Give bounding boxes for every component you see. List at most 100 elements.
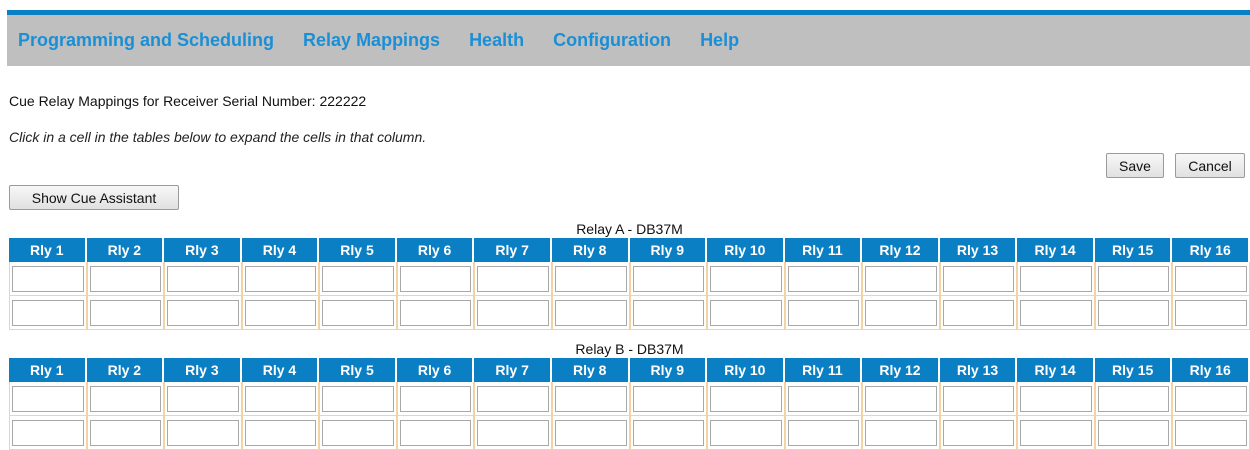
relay-b-mapping-cell[interactable]	[1094, 382, 1173, 416]
relay-b-mapping-input[interactable]	[477, 419, 549, 446]
relay-b-mapping-cell[interactable]	[939, 382, 1018, 416]
relay-b-mapping-input[interactable]	[322, 385, 394, 412]
relay-b-mapping-cell[interactable]	[319, 382, 397, 416]
nav-programming-and-scheduling[interactable]: Programming and Scheduling	[18, 30, 274, 51]
relay-b-mapping-input[interactable]	[942, 385, 1015, 412]
relay-a-mapping-input[interactable]	[787, 265, 860, 292]
relay-b-mapping-input[interactable]	[710, 419, 782, 446]
nav-configuration[interactable]: Configuration	[553, 30, 671, 51]
relay-b-mapping-input[interactable]	[12, 419, 84, 446]
relay-b-mapping-cell[interactable]	[9, 416, 87, 450]
relay-b-mapping-cell[interactable]	[9, 382, 87, 416]
nav-relay-mappings[interactable]: Relay Mappings	[303, 30, 440, 51]
relay-a-mapping-cell[interactable]	[551, 296, 630, 330]
relay-b-mapping-cell[interactable]	[707, 416, 785, 450]
relay-a-mapping-cell[interactable]	[319, 296, 397, 330]
relay-a-mapping-input[interactable]	[710, 265, 782, 292]
relay-a-mapping-cell[interactable]	[474, 262, 552, 296]
relay-b-mapping-input[interactable]	[1097, 419, 1170, 446]
relay-a-mapping-input[interactable]	[89, 265, 162, 292]
relay-a-mapping-input[interactable]	[12, 265, 84, 292]
relay-b-mapping-input[interactable]	[1097, 385, 1170, 412]
relay-a-mapping-input[interactable]	[1097, 299, 1170, 326]
relay-a-mapping-cell[interactable]	[9, 262, 87, 296]
relay-a-mapping-cell[interactable]	[1172, 262, 1250, 296]
relay-b-mapping-cell[interactable]	[86, 416, 165, 450]
nav-help[interactable]: Help	[700, 30, 739, 51]
relay-a-mapping-input[interactable]	[865, 299, 937, 326]
relay-a-mapping-input[interactable]	[632, 299, 705, 326]
relay-b-mapping-input[interactable]	[244, 419, 317, 446]
relay-a-mapping-cell[interactable]	[396, 262, 475, 296]
relay-a-mapping-cell[interactable]	[784, 262, 863, 296]
relay-a-mapping-cell[interactable]	[241, 262, 320, 296]
relay-b-mapping-input[interactable]	[89, 419, 162, 446]
relay-a-mapping-cell[interactable]	[939, 296, 1018, 330]
relay-b-mapping-cell[interactable]	[1017, 382, 1095, 416]
relay-b-mapping-cell[interactable]	[629, 416, 708, 450]
relay-b-mapping-input[interactable]	[787, 385, 860, 412]
relay-a-mapping-input[interactable]	[477, 265, 549, 292]
relay-a-mapping-cell[interactable]	[629, 296, 708, 330]
relay-b-mapping-input[interactable]	[865, 419, 937, 446]
relay-a-mapping-cell[interactable]	[707, 296, 785, 330]
relay-b-mapping-cell[interactable]	[784, 416, 863, 450]
relay-b-mapping-input[interactable]	[787, 419, 860, 446]
relay-b-mapping-input[interactable]	[865, 385, 937, 412]
relay-a-mapping-cell[interactable]	[164, 296, 242, 330]
relay-a-mapping-input[interactable]	[942, 265, 1015, 292]
relay-a-mapping-cell[interactable]	[86, 296, 165, 330]
relay-a-mapping-cell[interactable]	[9, 296, 87, 330]
relay-b-mapping-input[interactable]	[1175, 385, 1247, 412]
relay-a-mapping-cell[interactable]	[1172, 296, 1250, 330]
relay-b-mapping-cell[interactable]	[241, 382, 320, 416]
relay-a-mapping-cell[interactable]	[1017, 296, 1095, 330]
relay-a-mapping-input[interactable]	[1175, 265, 1247, 292]
relay-b-mapping-cell[interactable]	[862, 382, 940, 416]
relay-a-mapping-cell[interactable]	[629, 262, 708, 296]
relay-a-mapping-input[interactable]	[865, 265, 937, 292]
relay-a-mapping-input[interactable]	[554, 299, 627, 326]
nav-health[interactable]: Health	[469, 30, 524, 51]
relay-b-mapping-input[interactable]	[12, 385, 84, 412]
relay-a-mapping-input[interactable]	[632, 265, 705, 292]
relay-a-mapping-input[interactable]	[1175, 299, 1247, 326]
relay-a-mapping-cell[interactable]	[164, 262, 242, 296]
relay-a-mapping-cell[interactable]	[86, 262, 165, 296]
relay-b-mapping-cell[interactable]	[551, 416, 630, 450]
cancel-button[interactable]: Cancel	[1175, 153, 1245, 178]
relay-a-mapping-cell[interactable]	[396, 296, 475, 330]
relay-b-mapping-input[interactable]	[710, 385, 782, 412]
show-cue-assistant-button[interactable]: Show Cue Assistant	[9, 185, 179, 210]
relay-b-mapping-cell[interactable]	[862, 416, 940, 450]
relay-a-mapping-cell[interactable]	[1017, 262, 1095, 296]
relay-b-mapping-input[interactable]	[1020, 419, 1092, 446]
relay-b-mapping-input[interactable]	[1020, 385, 1092, 412]
relay-b-mapping-input[interactable]	[89, 385, 162, 412]
relay-b-mapping-cell[interactable]	[396, 416, 475, 450]
relay-b-mapping-input[interactable]	[554, 419, 627, 446]
relay-b-mapping-input[interactable]	[554, 385, 627, 412]
relay-b-mapping-input[interactable]	[399, 385, 472, 412]
relay-b-mapping-cell[interactable]	[86, 382, 165, 416]
relay-a-mapping-input[interactable]	[167, 265, 239, 292]
relay-a-mapping-input[interactable]	[1097, 265, 1170, 292]
relay-a-mapping-cell[interactable]	[551, 262, 630, 296]
relay-b-mapping-cell[interactable]	[1172, 382, 1250, 416]
relay-b-mapping-input[interactable]	[322, 419, 394, 446]
relay-a-mapping-cell[interactable]	[319, 262, 397, 296]
relay-b-mapping-input[interactable]	[942, 419, 1015, 446]
relay-a-mapping-cell[interactable]	[1094, 262, 1173, 296]
relay-a-mapping-input[interactable]	[477, 299, 549, 326]
save-button[interactable]: Save	[1106, 153, 1164, 178]
relay-b-mapping-cell[interactable]	[474, 416, 552, 450]
relay-a-mapping-input[interactable]	[710, 299, 782, 326]
relay-a-mapping-cell[interactable]	[241, 296, 320, 330]
relay-b-mapping-input[interactable]	[167, 385, 239, 412]
relay-b-mapping-cell[interactable]	[939, 416, 1018, 450]
relay-a-mapping-cell[interactable]	[1094, 296, 1173, 330]
relay-a-mapping-cell[interactable]	[784, 296, 863, 330]
relay-b-mapping-cell[interactable]	[551, 382, 630, 416]
relay-b-mapping-input[interactable]	[632, 385, 705, 412]
relay-a-mapping-input[interactable]	[554, 265, 627, 292]
